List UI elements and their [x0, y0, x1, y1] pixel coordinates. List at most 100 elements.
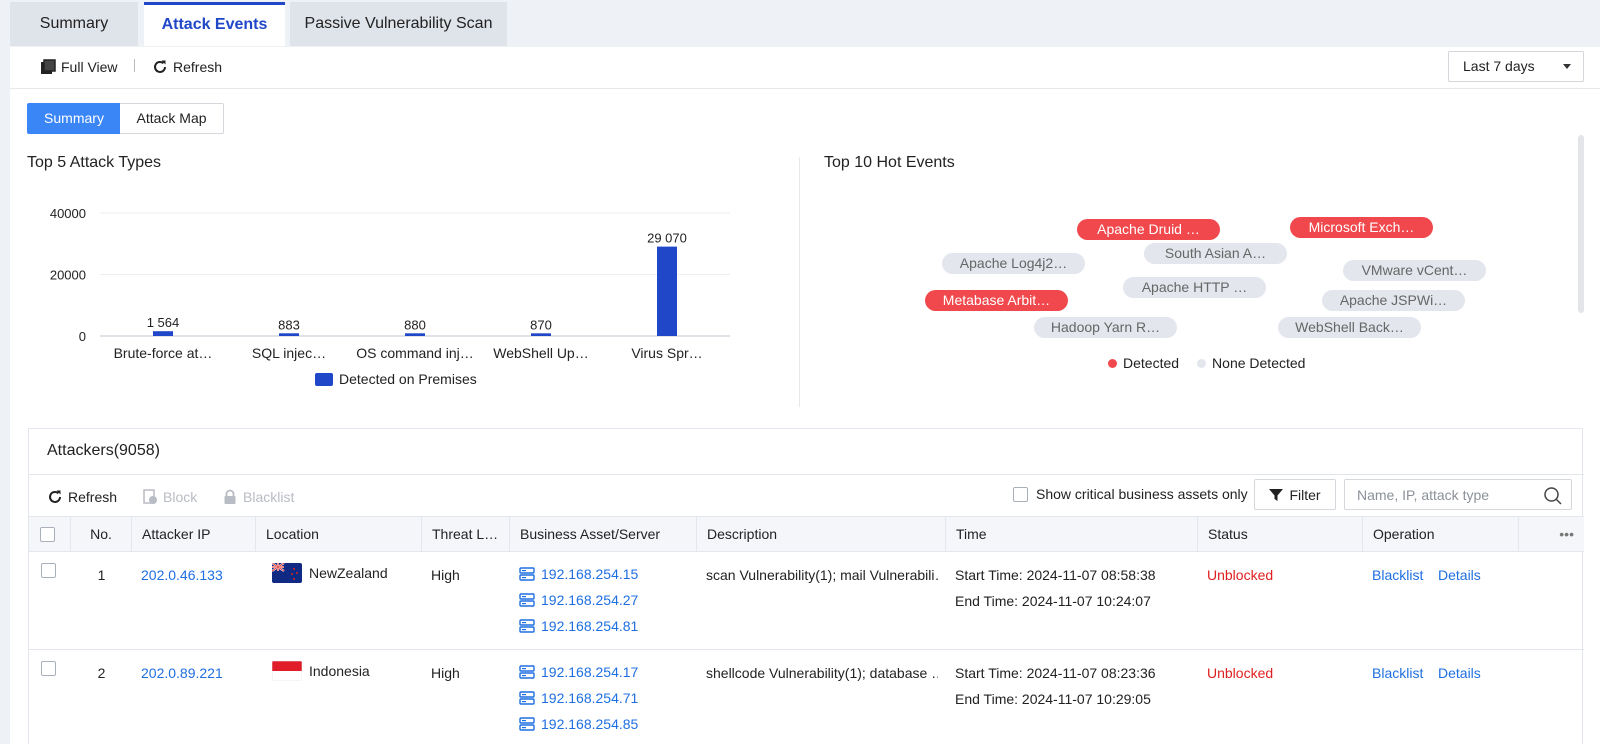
legend-detected: Detected [1123, 355, 1180, 371]
column-location[interactable]: Location [256, 517, 422, 552]
location-cell: Indonesia [272, 661, 370, 681]
column-description[interactable]: Description [697, 517, 946, 552]
attack-types-chart: 0 20000 40000 1 564 Brute-force at… 883 SQL in… [50, 206, 730, 361]
asset-ip-link[interactable]: 192.168.254.85 [541, 716, 638, 732]
asset-ip-link[interactable]: 192.168.254.71 [541, 690, 638, 706]
table-row: 1 202.0.46.133 NewZealand High 192.168.2… [29, 552, 1584, 650]
row-no: 1 [97, 567, 106, 583]
x-tick-label: Brute-force at… [114, 345, 213, 361]
description: shellcode Vulnerability(1); database … [706, 665, 938, 681]
bar [279, 333, 299, 336]
toolbar: Full View Refresh Last 7 days [10, 47, 1600, 89]
bar [657, 246, 677, 336]
none-detected-dot [1197, 358, 1207, 368]
hot-event-tag[interactable]: South Asian A… [1144, 243, 1287, 264]
asset-item[interactable]: 192.168.254.17 [519, 659, 638, 685]
filter-button[interactable]: Filter [1254, 479, 1336, 510]
vertical-scrollbar[interactable] [1578, 135, 1584, 313]
row-details-link[interactable]: Details [1438, 665, 1481, 681]
full-view-button[interactable]: Full View [40, 57, 118, 77]
attackers-refresh-button[interactable]: Refresh [47, 487, 117, 507]
y-tick-label: 20000 [50, 268, 86, 283]
asset-ip-link[interactable]: 192.168.254.27 [541, 592, 638, 608]
legend-none-detected: None Detected [1212, 355, 1306, 371]
select-all-checkbox[interactable] [40, 527, 55, 542]
row-blacklist-link[interactable]: Blacklist [1372, 567, 1423, 583]
column-no[interactable]: No. [71, 517, 132, 552]
row-checkbox[interactable] [41, 563, 56, 578]
tab-passive-vulnerability-scan[interactable]: Passive Vulnerability Scan [290, 2, 507, 46]
asset-item[interactable]: 192.168.254.15 [519, 561, 638, 587]
hot-event-tag[interactable]: Metabase Arbit… [925, 290, 1068, 311]
row-blacklist-link[interactable]: Blacklist [1372, 665, 1423, 681]
search-icon[interactable] [1543, 486, 1563, 506]
hot-event-tag[interactable]: Hadoop Yarn R… [1034, 317, 1177, 338]
asset-item[interactable]: 192.168.254.81 [519, 613, 638, 639]
attacker-ip-link[interactable]: 202.0.46.133 [141, 567, 223, 583]
hot-events-title: Top 10 Hot Events [824, 154, 955, 171]
row-checkbox[interactable] [41, 661, 56, 676]
panel-divider [29, 474, 1584, 475]
view-summary-button[interactable]: Summary [27, 103, 121, 134]
legend-series-label: Detected on Premises [339, 371, 477, 387]
critical-assets-label: Show critical business assets only [1036, 486, 1248, 502]
y-tick-label: 0 [79, 329, 86, 344]
location-cell: NewZealand [272, 563, 388, 583]
chart-legend: Detected on Premises [315, 371, 477, 387]
table-header: No. Attacker IP Location Threat L… Busin… [29, 516, 1584, 552]
hot-event-tag[interactable]: Apache JSPWi… [1322, 290, 1465, 311]
tab-summary[interactable]: Summary [10, 2, 138, 46]
attacker-search-input[interactable] [1345, 480, 1531, 509]
time-range-select[interactable]: Last 7 days [1448, 51, 1584, 82]
blacklist-label: Blacklist [243, 489, 295, 505]
asset-list: 192.168.254.15 192.168.254.27 192.168.25… [519, 561, 638, 639]
column-settings-more-icon[interactable]: ••• [1519, 517, 1584, 552]
hot-event-tag[interactable]: VMware vCent… [1343, 260, 1486, 281]
hot-event-tag[interactable]: Apache Druid … [1077, 219, 1220, 240]
attackers-refresh-label: Refresh [68, 489, 118, 505]
status-badge: Unblocked [1207, 567, 1274, 583]
column-threat-level[interactable]: Threat L… [422, 517, 510, 552]
row-details-link[interactable]: Details [1438, 567, 1481, 583]
asset-ip-link[interactable]: 192.168.254.81 [541, 618, 638, 634]
hot-event-tag[interactable]: Microsoft Exch… [1290, 217, 1433, 238]
hot-event-tag[interactable]: Apache Log4j2… [942, 253, 1085, 274]
asset-item[interactable]: 192.168.254.27 [519, 587, 638, 613]
asset-ip-link[interactable]: 192.168.254.15 [541, 566, 638, 582]
end-time: End Time: 2024-11-07 10:24:07 [955, 593, 1151, 609]
x-tick-label: WebShell Up… [493, 345, 588, 361]
refresh-button[interactable]: Refresh [152, 57, 222, 77]
refresh-icon [154, 60, 166, 73]
tab-attack-events[interactable]: Attack Events [144, 2, 285, 46]
bar-value-label: 870 [530, 317, 552, 332]
full-view-label: Full View [61, 59, 118, 75]
location-name: Indonesia [309, 663, 370, 679]
critical-assets-toggle[interactable]: Show critical business assets only [1013, 486, 1248, 502]
lock-icon [224, 489, 236, 504]
column-business-asset[interactable]: Business Asset/Server [510, 517, 697, 552]
attacker-ip-link[interactable]: 202.0.89.221 [141, 665, 223, 681]
hot-event-tag[interactable]: WebShell Back… [1278, 317, 1421, 338]
bar-value-label: 29 070 [647, 231, 687, 246]
asset-item[interactable]: 192.168.254.85 [519, 711, 638, 737]
hot-event-tag[interactable]: Apache HTTP … [1123, 277, 1266, 298]
block-button[interactable]: Block [142, 487, 197, 507]
column-status[interactable]: Status [1198, 517, 1363, 552]
asset-list: 192.168.254.17 192.168.254.71 192.168.25… [519, 659, 638, 737]
threat-level: High [431, 665, 460, 681]
start-time: Start Time: 2024-11-07 08:58:38 [955, 567, 1156, 583]
asset-item[interactable]: 192.168.254.71 [519, 685, 638, 711]
block-icon [143, 489, 157, 504]
attackers-panel: Attackers(9058) Refresh Block Blacklist … [28, 428, 1584, 744]
column-attacker-ip[interactable]: Attacker IP [132, 517, 256, 552]
column-operation[interactable]: Operation [1363, 517, 1519, 552]
asset-ip-link[interactable]: 192.168.254.17 [541, 664, 638, 680]
location-name: NewZealand [309, 565, 388, 581]
column-time[interactable]: Time [946, 517, 1198, 552]
critical-assets-checkbox[interactable] [1013, 486, 1028, 502]
description: scan Vulnerability(1); mail Vulnerabili… [706, 567, 938, 583]
full-view-icon [41, 59, 56, 74]
view-attack-map-button[interactable]: Attack Map [120, 103, 224, 134]
bar [531, 333, 551, 336]
blacklist-button[interactable]: Blacklist [222, 487, 294, 507]
